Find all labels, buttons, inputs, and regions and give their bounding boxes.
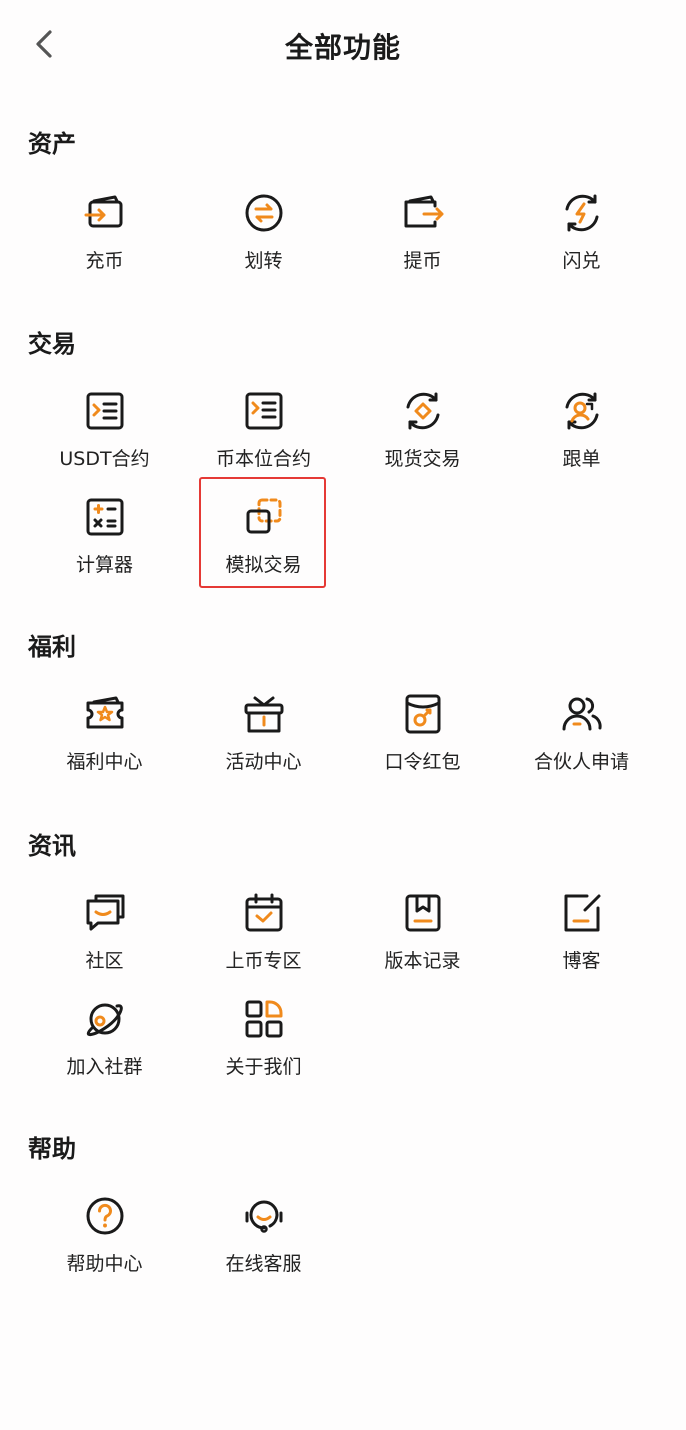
item-label: 币本位合约 [215, 448, 311, 470]
item-label: 闪兑 [562, 250, 601, 272]
all-functions-page: 全部功能 资产 充币 划转 提币 闪兑 交易 USDT合约 币本位合约 现货交易… [0, 0, 686, 1430]
contract-icon [84, 390, 126, 432]
flash-exchange-icon [561, 192, 603, 234]
item-label: 上币专区 [225, 950, 302, 972]
item-label: 加入社群 [66, 1056, 143, 1078]
item-flash-exchange[interactable]: 闪兑 [502, 192, 661, 292]
item-label: 在线客服 [225, 1253, 302, 1275]
grid-icon [243, 998, 285, 1040]
item-label: 版本记录 [384, 950, 461, 972]
item-about-us[interactable]: 关于我们 [184, 998, 343, 1098]
item-welfare-center[interactable]: 福利中心 [25, 693, 184, 793]
copy-trade-icon [561, 390, 603, 432]
wallet-in-icon [84, 192, 126, 234]
item-label: 模拟交易 [225, 554, 302, 576]
section-title: 交易 [28, 330, 76, 358]
planet-icon [84, 998, 126, 1040]
transfer-icon [243, 192, 285, 234]
section-title: 福利 [28, 633, 76, 661]
item-online-service[interactable]: 在线客服 [184, 1195, 343, 1295]
item-usdt-contract[interactable]: USDT合约 [25, 390, 184, 490]
wallet-out-icon [402, 192, 444, 234]
item-label: USDT合约 [59, 448, 150, 470]
item-spot-trade[interactable]: 现货交易 [343, 390, 502, 490]
item-blog[interactable]: 博客 [502, 892, 661, 992]
bookmark-icon [402, 892, 444, 934]
item-label: 划转 [244, 250, 283, 272]
item-label: 计算器 [75, 554, 133, 576]
item-label: 合伙人申请 [533, 751, 629, 773]
item-deposit[interactable]: 充币 [25, 192, 184, 292]
item-version-log[interactable]: 版本记录 [343, 892, 502, 992]
section-title: 帮助 [28, 1135, 76, 1163]
item-label: 博客 [562, 950, 601, 972]
item-label: 提币 [403, 250, 442, 272]
item-label: 福利中心 [66, 751, 143, 773]
item-activity-center[interactable]: 活动中心 [184, 693, 343, 793]
calculator-icon [84, 496, 126, 538]
headset-icon [243, 1195, 285, 1237]
calendar-icon [243, 892, 285, 934]
demo-trade-icon [243, 496, 285, 538]
item-label: 社区 [85, 950, 124, 972]
red-packet-icon [402, 693, 444, 735]
spot-icon [402, 390, 444, 432]
question-icon [84, 1195, 126, 1237]
item-copy-trade[interactable]: 跟单 [502, 390, 661, 490]
partner-icon [561, 693, 603, 735]
item-coin-contract[interactable]: 币本位合约 [184, 390, 343, 490]
gift-icon [243, 693, 285, 735]
item-join-community[interactable]: 加入社群 [25, 998, 184, 1098]
item-label: 口令红包 [384, 751, 461, 773]
item-label: 关于我们 [225, 1056, 302, 1078]
item-listing-zone[interactable]: 上币专区 [184, 892, 343, 992]
item-label: 现货交易 [384, 448, 461, 470]
coin-contract-icon [243, 390, 285, 432]
section-title: 资讯 [28, 832, 76, 860]
blog-icon [561, 892, 603, 934]
ticket-icon [84, 693, 126, 735]
item-partner-apply[interactable]: 合伙人申请 [502, 693, 661, 793]
page-title: 全部功能 [284, 31, 401, 64]
community-icon [84, 892, 126, 934]
item-transfer[interactable]: 划转 [184, 192, 343, 292]
item-demo-trade[interactable]: 模拟交易 [184, 496, 343, 596]
item-withdraw[interactable]: 提币 [343, 192, 502, 292]
item-label: 帮助中心 [66, 1253, 143, 1275]
item-calculator[interactable]: 计算器 [25, 496, 184, 596]
item-help-center[interactable]: 帮助中心 [25, 1195, 184, 1295]
section-title: 资产 [28, 130, 76, 158]
item-label: 活动中心 [225, 751, 302, 773]
item-label: 充币 [85, 250, 124, 272]
item-community[interactable]: 社区 [25, 892, 184, 992]
item-label: 跟单 [562, 448, 601, 470]
header: 全部功能 [0, 0, 686, 90]
item-red-packet[interactable]: 口令红包 [343, 693, 502, 793]
